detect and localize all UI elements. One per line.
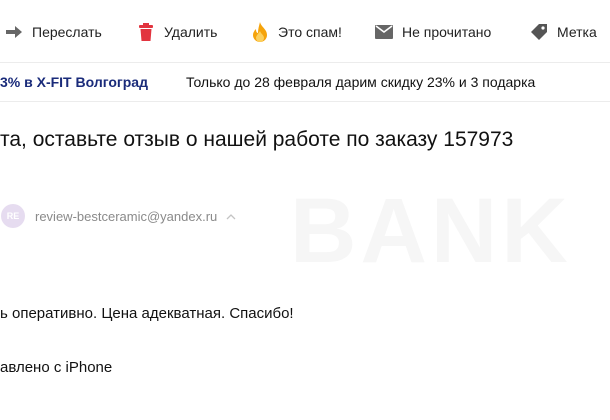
forward-label: Переслать bbox=[32, 24, 102, 40]
avatar[interactable]: RE bbox=[1, 204, 25, 228]
label-label: Метка bbox=[557, 24, 597, 40]
delete-button[interactable]: Удалить bbox=[136, 20, 217, 44]
promo-sender[interactable]: 3% в X-FIT Волгоград bbox=[0, 63, 148, 101]
message-subject: та, оставьте отзыв о нашей работе по зак… bbox=[0, 128, 514, 151]
message-toolbar: Переслать Удалить Это спам! Не прочитано… bbox=[0, 0, 610, 63]
sender-email[interactable]: review-bestceramic@yandex.ru bbox=[35, 209, 217, 224]
mark-unread-button[interactable]: Не прочитано bbox=[374, 20, 491, 44]
background-watermark: BANK bbox=[290, 180, 572, 282]
arrow-right-icon bbox=[4, 22, 24, 42]
message-signature: авлено с iPhone bbox=[0, 359, 113, 376]
spam-button[interactable]: Это спам! bbox=[250, 20, 342, 44]
unread-label: Не прочитано bbox=[402, 24, 492, 40]
message-body-line: ь оперативно. Цена адекватная. Спасибо! bbox=[0, 305, 294, 322]
promo-message-row[interactable]: 3% в X-FIT Волгоград Только до 28 феврал… bbox=[0, 63, 610, 102]
sender-row: RE review-bestceramic@yandex.ru bbox=[0, 203, 237, 229]
forward-button[interactable]: Переслать bbox=[4, 20, 102, 44]
tag-icon bbox=[529, 22, 549, 42]
envelope-icon bbox=[374, 22, 394, 42]
delete-label: Удалить bbox=[164, 24, 218, 40]
chevron-up-icon[interactable] bbox=[225, 210, 237, 222]
label-button[interactable]: Метка bbox=[529, 20, 597, 44]
flame-icon bbox=[250, 22, 270, 42]
spam-label: Это спам! bbox=[278, 24, 342, 40]
promo-snippet: Только до 28 февраля дарим скидку 23% и … bbox=[186, 74, 536, 90]
trash-icon bbox=[136, 22, 156, 42]
